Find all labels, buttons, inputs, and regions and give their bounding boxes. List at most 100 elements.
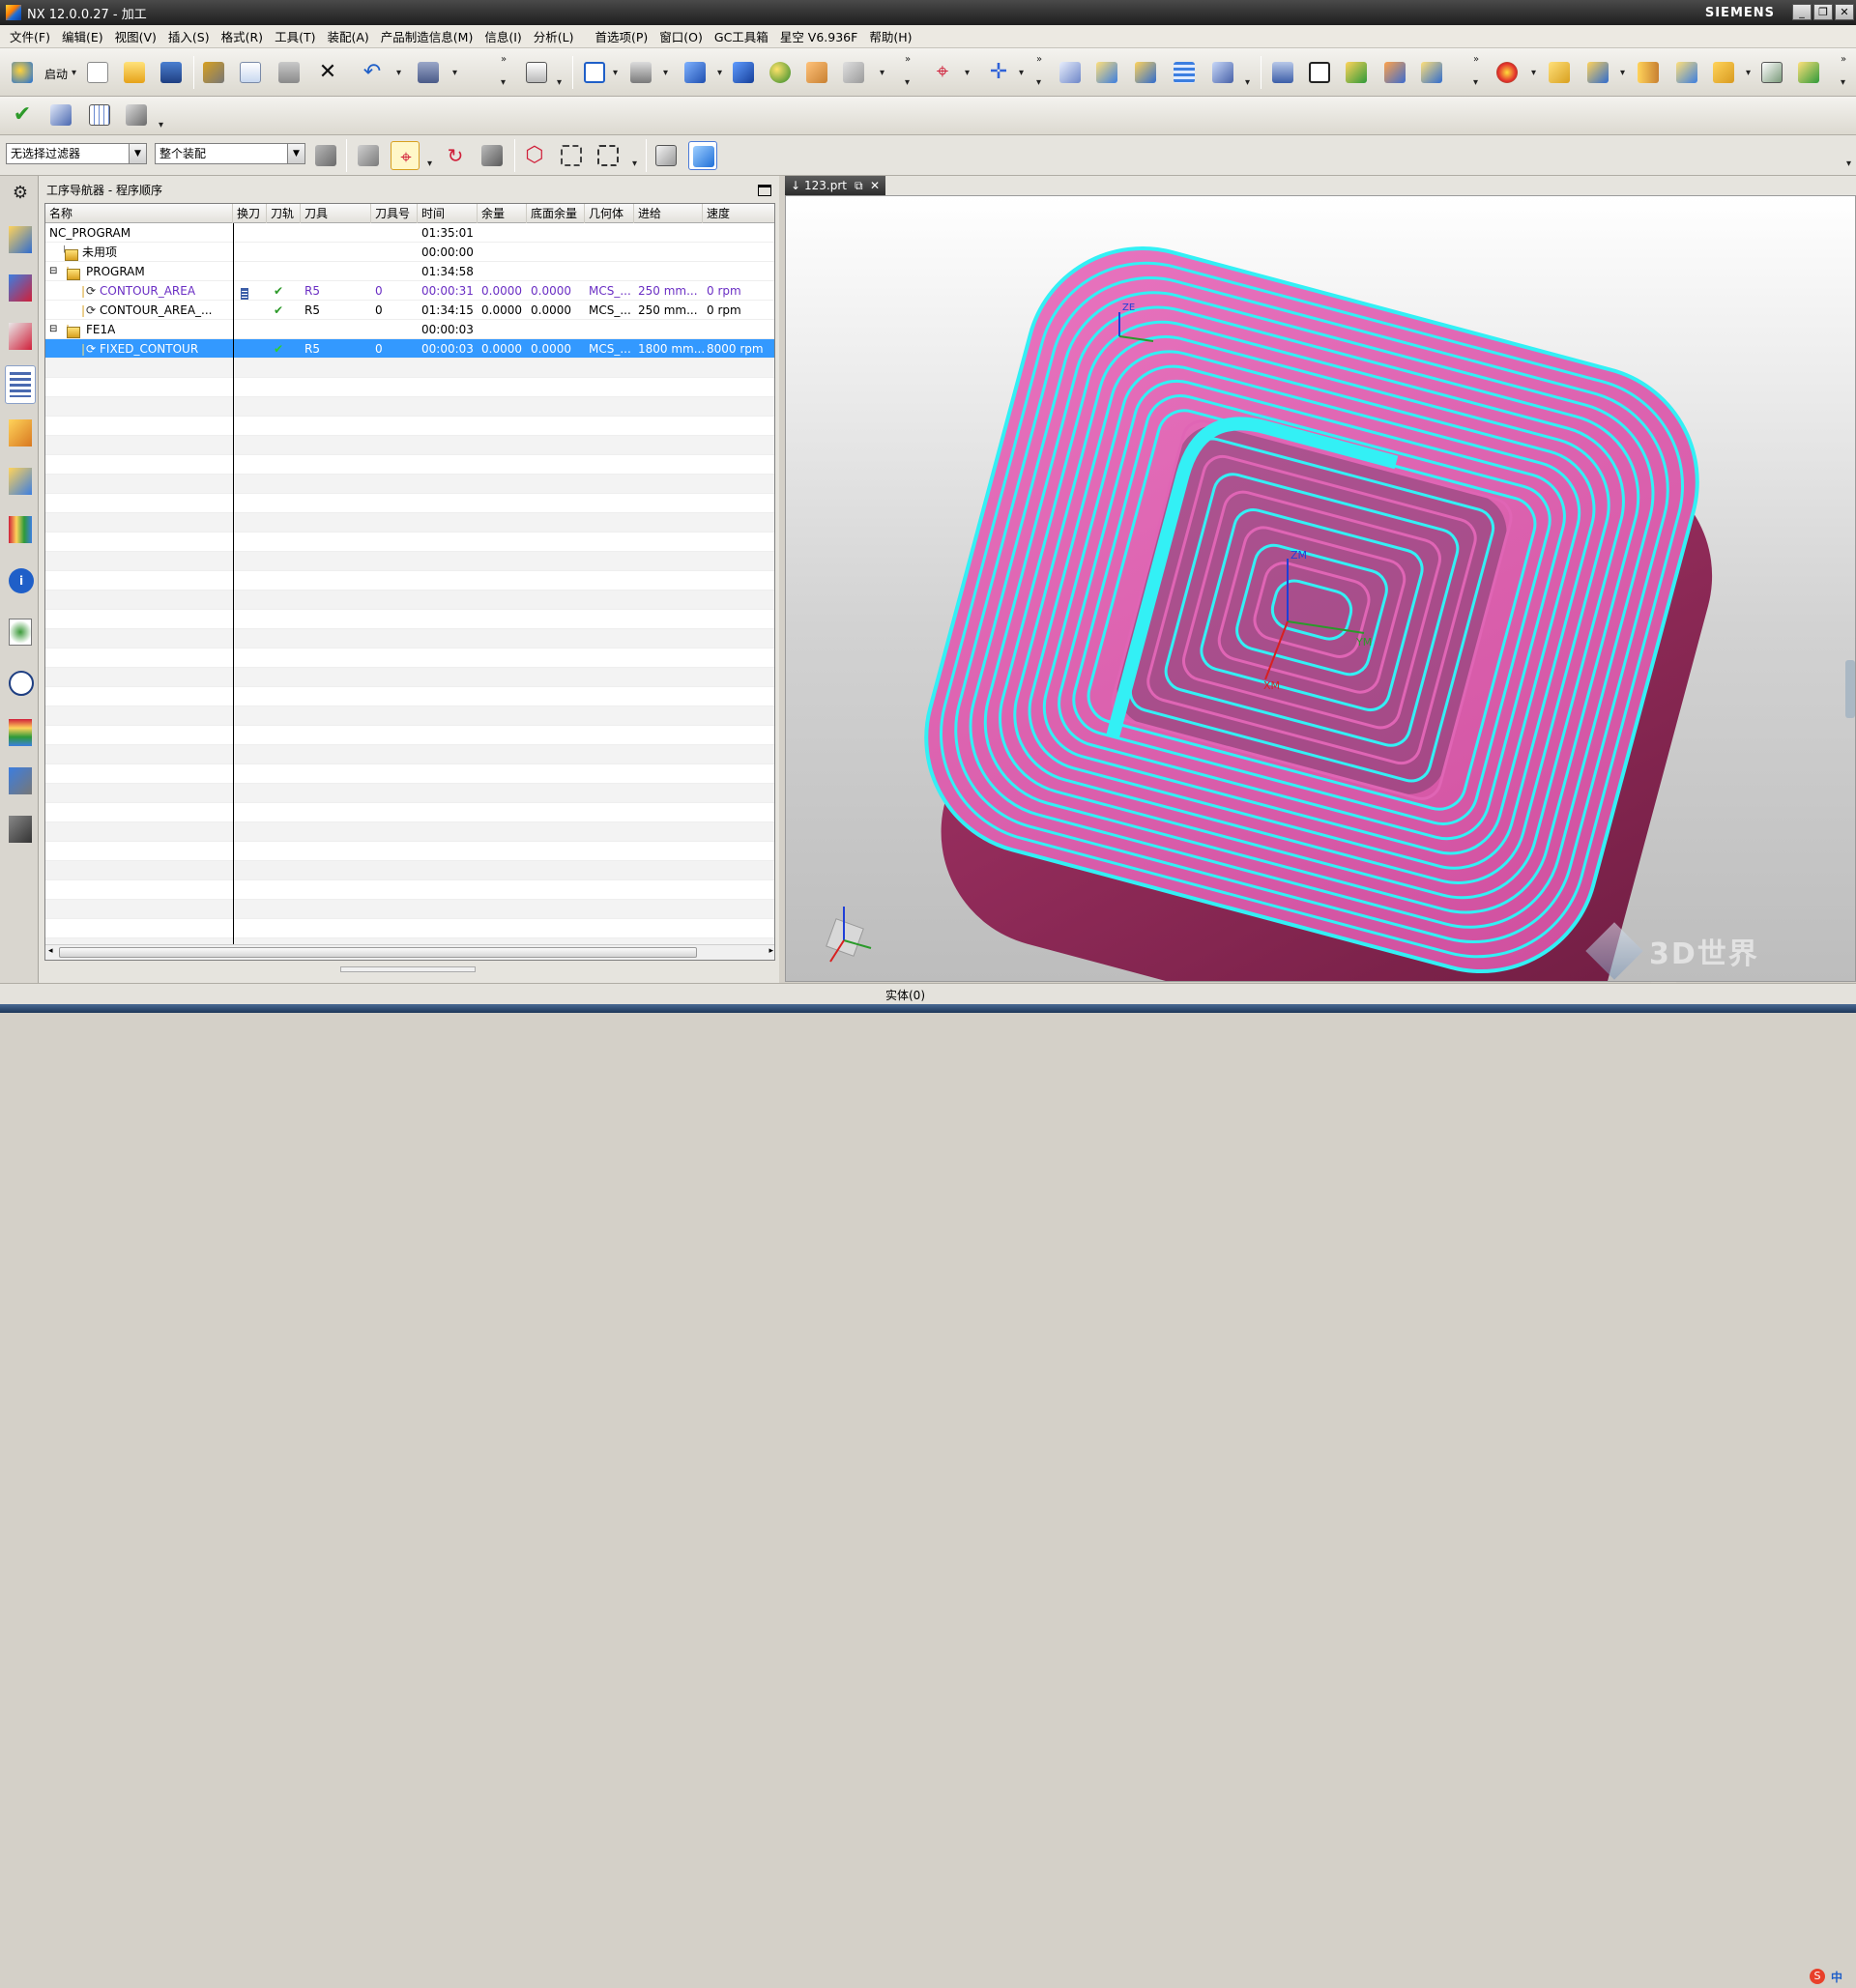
cylinder-icon[interactable] [1634,58,1663,87]
scroll-left-icon[interactable]: ◂ [48,946,53,956]
cut-icon[interactable] [199,58,228,87]
col-time[interactable]: 时间 [418,204,478,223]
wire-block-icon[interactable] [1709,58,1738,87]
menu-tools[interactable]: 工具(T) [275,27,315,45]
overflow-dropdown-icon[interactable]: ▾ [1473,77,1478,88]
snap-dropdown-icon[interactable]: ▾ [557,77,562,88]
menu-view[interactable]: 视图(V) [115,27,157,45]
undo-icon[interactable]: ↶ [358,58,387,87]
collapse-icon[interactable]: ⊟ [45,262,57,281]
report-icon[interactable] [1794,58,1823,87]
block-dropdown-icon[interactable]: ▾ [1746,68,1751,78]
more-dropdown-icon[interactable]: ▾ [452,68,457,78]
menu-format[interactable]: 格式(R) [221,27,263,45]
ime-indicator[interactable]: S 中 [1808,1967,1856,1988]
assembly-navigator-icon[interactable] [5,220,36,259]
table-icon[interactable] [1757,58,1786,87]
fit-dropdown-icon[interactable]: ▾ [613,68,618,78]
rotate-select-icon[interactable]: ↻ [441,141,470,170]
start-label[interactable]: 启动 [44,66,68,82]
open-folder-icon[interactable] [120,58,149,87]
menu-gc-toolkit[interactable]: GC工具箱 [714,27,768,45]
menu-analysis[interactable]: 分析(L) [534,27,574,45]
generate-toolpath-icon[interactable] [1417,58,1446,87]
info-icon[interactable]: i [5,562,36,601]
create-method-icon[interactable] [1170,58,1199,87]
overflow-icon[interactable]: » [501,54,507,65]
block-icon[interactable] [1672,58,1701,87]
reuse-library-icon[interactable] [5,462,36,501]
graphics-viewport[interactable]: ZM YM XM ZE [785,195,1856,982]
create-operation-icon[interactable] [1208,58,1237,87]
col-tool[interactable]: 刀具 [301,204,371,223]
scope-dropdown[interactable]: 整个装配 ▼ [155,143,305,164]
output-dropdown-icon[interactable]: ▾ [159,120,163,130]
postprocess-icon[interactable] [46,101,75,130]
render-dropdown-icon[interactable]: ▾ [663,68,668,78]
clip-icon[interactable] [839,58,868,87]
table-row[interactable]: ❘ ⟳ CONTOUR_AREA_... ✔ R5 0 01:34:15 0.0… [45,301,774,320]
menu-info[interactable]: 信息(I) [484,27,521,45]
col-name[interactable]: 名称 [45,204,233,223]
overflow-dropdown-icon[interactable]: ▾ [501,77,506,88]
menu-xingkong[interactable]: 星空 V6.936F [780,27,858,45]
gear-icon[interactable]: ⚙ [5,180,36,218]
clip-dropdown-icon[interactable]: ▾ [880,68,884,78]
save-icon[interactable] [157,58,186,87]
delete-icon[interactable]: ✕ [313,58,342,87]
operation-dropdown-icon[interactable]: ▾ [1245,77,1250,88]
point-snap-icon[interactable]: ⌖ [391,141,420,170]
point-icon[interactable]: ⌖ [928,58,957,87]
toolbar-overflow-icon[interactable]: ▾ [1846,158,1851,169]
machine-tool-view-icon[interactable] [1305,58,1334,87]
general-select-icon[interactable] [354,141,383,170]
verify-icon[interactable] [1493,58,1522,87]
overflow-icon[interactable]: » [1841,54,1846,65]
check-icon[interactable]: ✔ [8,101,37,130]
palette-icon[interactable] [5,713,36,752]
table-row[interactable]: └ 未用项 00:00:00 [45,243,774,262]
panel-resize-grip[interactable] [340,966,476,972]
col-tool-change[interactable]: 换刀 [233,204,267,223]
wcs-icon[interactable] [478,141,507,170]
hexagon-select-icon[interactable]: ⬡ [520,141,549,170]
detach-icon[interactable]: ⧉ [855,176,863,195]
machine-navigator-icon[interactable] [5,414,36,452]
verify-dropdown-icon[interactable]: ▾ [1531,68,1536,78]
system-scenes-icon[interactable] [5,810,36,849]
undo-dropdown-icon[interactable]: ▾ [396,68,401,78]
table-row[interactable]: ⊟ ❘ PROGRAM 01:34:58 [45,262,774,281]
menu-help[interactable]: 帮助(H) [869,27,912,45]
menu-preferences[interactable]: 首选项(P) [595,27,649,45]
close-button[interactable]: ✕ [1835,4,1854,20]
shaded-cube-icon[interactable] [681,58,710,87]
part-navigator-icon[interactable] [5,317,36,356]
snap-dropdown-icon[interactable]: ▾ [427,158,432,169]
menu-pmi[interactable]: 产品制造信息(M) [381,27,474,45]
fit-view-icon[interactable] [580,58,609,87]
operation-navigator-icon[interactable] [5,365,36,404]
menu-edit[interactable]: 编辑(E) [62,27,103,45]
shop-doc-icon[interactable] [85,101,114,130]
table-row[interactable]: ⊟ ❘ FE1A 00:00:03 [45,320,774,339]
col-stock[interactable]: 余量 [478,204,527,223]
horizontal-scrollbar[interactable]: ◂ ▸ [45,944,774,960]
scrollbar-thumb[interactable] [59,947,697,958]
menu-window[interactable]: 窗口(O) [659,27,703,45]
table-row[interactable]: NC_PROGRAM 01:35:01 [45,223,774,243]
rect-select-icon[interactable] [594,141,623,170]
overflow-icon[interactable]: » [1036,54,1042,65]
selection-filter-dropdown[interactable]: 无选择过滤器 ▼ [6,143,147,164]
collapse-icon[interactable]: ⊟ [45,320,57,339]
layer-icon[interactable] [1583,58,1612,87]
overflow-dropdown-icon[interactable]: ▾ [905,77,910,88]
minimize-button[interactable]: _ [1792,4,1812,20]
output-cls-icon[interactable] [122,101,151,130]
overflow-icon[interactable]: » [1473,54,1479,65]
roles-icon[interactable] [5,762,36,800]
restore-button[interactable]: ❐ [1813,4,1833,20]
menu-insert[interactable]: 插入(S) [168,27,210,45]
copy-icon[interactable] [236,58,265,87]
paste-icon[interactable] [275,58,304,87]
render-style-icon[interactable] [626,58,655,87]
